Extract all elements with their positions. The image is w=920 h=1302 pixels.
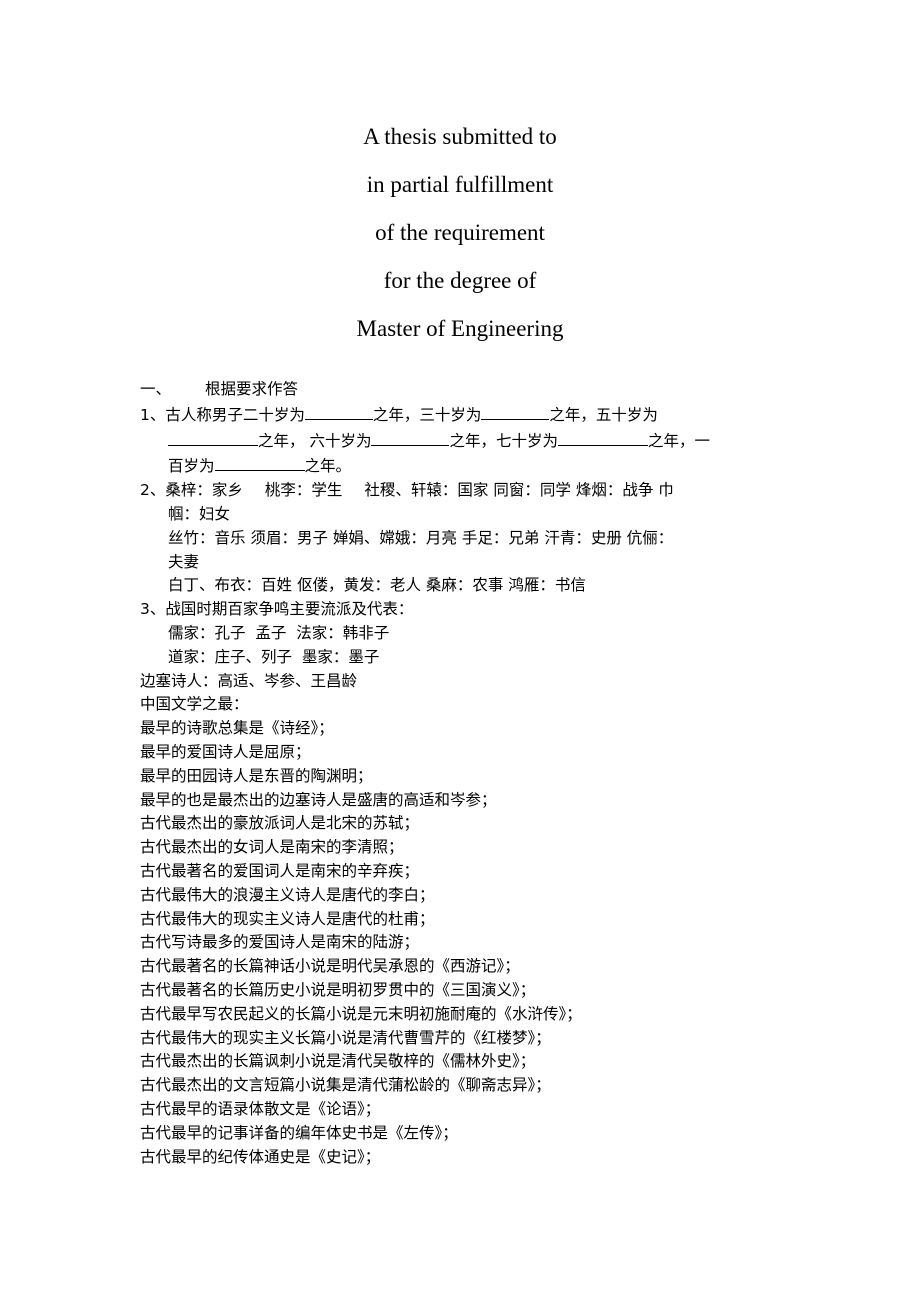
frontier-poets-line: 边塞诗人：高适、岑参、王昌龄 xyxy=(140,671,358,690)
question-1-line-2: 之年， 六十岁为 之年，七十岁为 之年，一 xyxy=(140,428,790,454)
question-2-line-3: 丝竹：音乐 须眉：男子 婵娟、嫦娥：月亮 手足：兄弟 汗青：史册 伉俪： xyxy=(140,527,790,551)
term-pair: 伉俪： xyxy=(626,528,674,547)
fill-blank[interactable] xyxy=(371,428,450,446)
question-number: 2、 xyxy=(140,481,166,500)
literature-first-item: 最早的也是最杰出的边塞诗人是盛唐的高适和岑参； xyxy=(140,790,497,809)
question-1-line-3: 百岁为 之年。 xyxy=(140,453,790,479)
question-text: 六十岁为 xyxy=(309,431,372,450)
question-3-line-1: 儒家：孔子 孟子 法家：韩非子 xyxy=(168,623,390,642)
term-pair: 须眉：男子 xyxy=(250,528,328,547)
term-pair: 巾 xyxy=(658,481,674,500)
question-text: 之年，五十岁为 xyxy=(549,405,658,424)
question-text: 古人称男子二十岁为 xyxy=(165,405,305,424)
term-pair: 桑麻：农事 xyxy=(425,576,504,595)
question-2-line-1: 2、桑梓：家乡 桃李：学生 社稷、轩辕：国家 同窗：同学 烽烟：战争 巾 xyxy=(140,479,790,503)
title-line: Master of Engineering xyxy=(356,316,564,341)
literature-first-item: 古代最早的纪传体通史是《史记》； xyxy=(140,1147,381,1166)
literature-first-item: 古代最杰出的女词人是南宋的李清照； xyxy=(140,838,404,857)
question-3-line-2: 道家：庄子、列子 墨家：墨子 xyxy=(168,647,380,666)
term-pair: 鸿雁：书信 xyxy=(508,576,586,595)
literature-first-item: 最早的爱国诗人是屈原； xyxy=(140,742,311,761)
question-text: 百岁为 xyxy=(168,457,215,476)
literature-first-item: 古代最著名的长篇神话小说是明代吴承恩的《西游记》； xyxy=(140,957,520,976)
term-pair: 白丁、布衣：百姓 xyxy=(168,576,293,595)
question-number: 3、 xyxy=(140,600,166,619)
literature-first-item: 古代写诗最多的爱国诗人是南宋的陆游； xyxy=(140,933,420,952)
title-line: of the requirement xyxy=(375,220,545,245)
literature-first-item: 古代最杰出的文言短篇小说集是清代蒲松龄的《聊斋志异》； xyxy=(140,1076,551,1095)
question-text: 之年， xyxy=(258,431,305,450)
literature-first-item: 古代最著名的爱国词人是南宋的辛弃疾； xyxy=(140,861,420,880)
title-line: A thesis submitted to xyxy=(363,124,557,149)
literature-first-item: 古代最伟大的现实主义长篇小说是清代曹雪芹的《红楼梦》； xyxy=(140,1028,551,1047)
literature-first-item: 古代最早的记事详备的编年体史书是《左传》； xyxy=(140,1123,458,1142)
title-line: for the degree of xyxy=(383,268,537,293)
question-3-heading: 3、战国时期百家争鸣主要流派及代表： xyxy=(140,598,790,622)
question-2-line-4: 夫妻 xyxy=(168,552,200,571)
literature-first-item: 古代最杰出的豪放派词人是北宋的苏轼； xyxy=(140,814,420,833)
literature-first-item: 最早的诗歌总集是《诗经》； xyxy=(140,719,334,738)
question-text: 战国时期百家争鸣主要流派及代表： xyxy=(165,600,414,619)
term-pair: 桑梓：家乡 xyxy=(165,481,243,500)
question-number: 1、 xyxy=(140,405,166,424)
question-text: 之年。 xyxy=(304,457,352,476)
literature-firsts-list: 最早的诗歌总集是《诗经》； 最早的爱国诗人是屈原； 最早的田园诗人是东晋的陶渊明； 最… xyxy=(140,717,790,1169)
section-title: 根据要求作答 xyxy=(205,380,299,398)
term-pair: 伛偻，黄发：老人 xyxy=(296,576,421,595)
literature-first-item: 古代最早的语录体散文是《论语》； xyxy=(140,1099,381,1118)
literature-first-item: 古代最杰出的长篇讽刺小说是清代吴敬梓的《儒林外史》； xyxy=(140,1052,536,1071)
term-pair: 丝竹：音乐 xyxy=(168,528,246,547)
literature-first-item: 古代最伟大的现实主义诗人是唐代的杜甫； xyxy=(140,909,435,928)
section-heading: 一、 根据要求作答 xyxy=(140,378,790,402)
thesis-title-block: A thesis submitted to in partial fulfill… xyxy=(0,118,920,358)
term-pair: 烽烟：战争 xyxy=(575,481,654,500)
question-text: 之年，七十岁为 xyxy=(449,431,558,450)
term-pair: 同窗：同学 xyxy=(493,481,571,500)
question-1-line-1: 1、古人称男子二十岁为 之年，三十岁为 之年，五十岁为 xyxy=(140,402,790,428)
term-pair: 手足：兄弟 xyxy=(461,528,540,547)
term-pair: 汗青：史册 xyxy=(544,528,622,547)
fill-blank[interactable] xyxy=(557,428,648,446)
literature-first-item: 古代最著名的长篇历史小说是明初罗贯中的《三国演义》； xyxy=(140,980,536,999)
question-2-line-5: 白丁、布衣：百姓 伛偻，黄发：老人 桑麻：农事 鸿雁：书信 xyxy=(140,574,790,598)
title-line: in partial fulfillment xyxy=(366,172,554,197)
term-pair: 桃李：学生 xyxy=(264,481,343,500)
fill-blank[interactable] xyxy=(168,428,258,446)
literature-first-item: 最早的田园诗人是东晋的陶渊明； xyxy=(140,766,373,785)
section-number: 一、 xyxy=(140,380,172,398)
fill-blank[interactable] xyxy=(214,453,305,472)
fill-blank[interactable] xyxy=(304,402,373,420)
question-text: 之年，三十岁为 xyxy=(372,405,482,424)
term-pair: 婵娟、嫦娥：月亮 xyxy=(332,528,457,547)
question-2-line-2: 帼：妇女 xyxy=(168,504,231,523)
literature-firsts-heading: 中国文学之最： xyxy=(140,695,249,714)
literature-first-item: 古代最伟大的浪漫主义诗人是唐代的李白； xyxy=(140,885,435,904)
literature-first-item: 古代最早写农民起义的长篇小说是元末明初施耐庵的《水浒传》； xyxy=(140,1004,582,1023)
document-body: 一、 根据要求作答 1、古人称男子二十岁为 之年，三十岁为 之年，五十岁为 之年， 六… xyxy=(140,378,790,1169)
question-text: 之年，一 xyxy=(647,431,710,450)
term-pair: 社稷、轩辕：国家 xyxy=(364,481,489,500)
fill-blank[interactable] xyxy=(481,402,550,420)
